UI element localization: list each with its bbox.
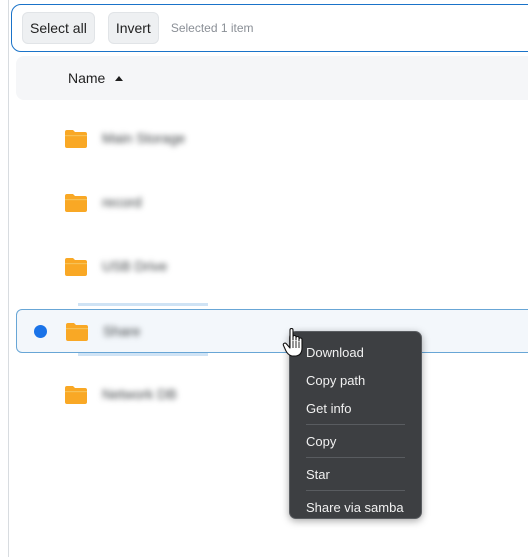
context-menu: Download Copy path Get info Copy Star Sh… [289, 331, 422, 519]
menu-item-get-info[interactable]: Get info [290, 394, 421, 422]
menu-item-copy[interactable]: Copy [290, 427, 421, 455]
menu-item-copy-path[interactable]: Copy path [290, 366, 421, 394]
sort-ascending-icon[interactable] [115, 75, 124, 81]
select-all-button[interactable]: Select all [22, 12, 95, 44]
list-item[interactable]: USB Drive [16, 245, 528, 289]
folder-icon [65, 194, 87, 212]
invert-button[interactable]: Invert [107, 12, 159, 44]
list-item[interactable]: Main Storage [16, 117, 528, 161]
menu-item-download[interactable]: Download [290, 338, 421, 366]
item-name: Main Storage [102, 130, 186, 146]
item-name: Share [103, 323, 141, 339]
selection-highlight [78, 303, 208, 306]
sidebar-edge [0, 0, 9, 557]
menu-divider [306, 457, 405, 458]
hand-pointer-icon [282, 328, 303, 357]
folder-icon [65, 386, 87, 404]
list-item[interactable]: Network DB [16, 373, 528, 417]
list-item[interactable]: record [16, 181, 528, 225]
menu-item-star[interactable]: Star [290, 460, 421, 488]
menu-divider [306, 490, 405, 491]
folder-icon [66, 323, 88, 341]
item-name: record [102, 194, 142, 210]
column-header-name[interactable]: Name [68, 70, 105, 86]
menu-divider [306, 424, 405, 425]
selection-highlight [78, 353, 208, 356]
file-manager: Select all Invert Selected 1 item Name M… [0, 0, 528, 557]
folder-icon [65, 130, 87, 148]
selected-radio-icon[interactable] [34, 324, 47, 338]
item-name: USB Drive [102, 258, 168, 274]
selection-toolbar: Select all Invert Selected 1 item [11, 4, 528, 52]
list-item-selected[interactable]: Share [16, 309, 528, 353]
folder-icon [65, 258, 87, 276]
list-header: Name [16, 56, 528, 100]
menu-item-share-via-samba[interactable]: Share via samba [290, 493, 421, 521]
item-name: Network DB [102, 386, 177, 402]
selection-status: Selected 1 item [170, 21, 254, 35]
